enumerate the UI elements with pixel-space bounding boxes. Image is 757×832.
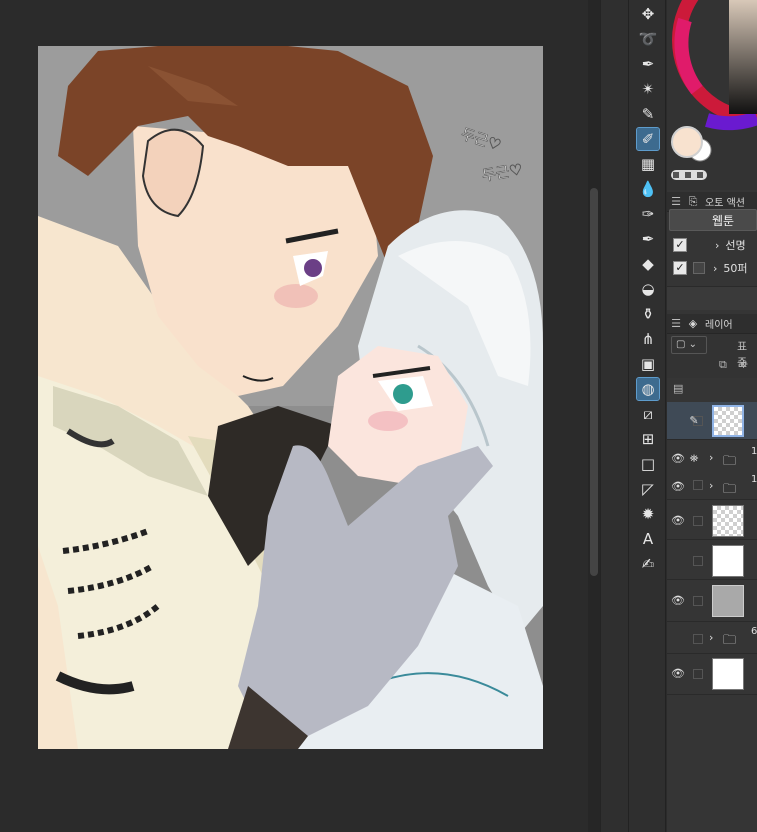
grid-icon[interactable]: ▦	[637, 153, 659, 175]
frame-icon[interactable]: ⊞	[637, 428, 659, 450]
layer-panel-header: ☰ ◈ 레이어	[667, 314, 757, 334]
lock-toggle[interactable]	[693, 556, 703, 566]
layer-row[interactable]: ✎	[667, 402, 757, 440]
layer-row[interactable]: 👁	[667, 502, 757, 540]
tool-bar: ✥ ➰ ✒ ✴ ✎ ✐ ▦ 💧 ✑ ✒ ◆ ◒ ⚱ ⋔ ▣ ◍ ⧄ ⊞ □ ◸ …	[628, 0, 666, 832]
eyedropper-icon[interactable]: ✒	[637, 53, 659, 75]
magic-wand-icon[interactable]: ✴	[637, 78, 659, 100]
pen-icon[interactable]: ✎	[637, 103, 659, 125]
folder-icon: 🗀	[723, 633, 737, 648]
chevron-right-icon[interactable]: ›	[715, 239, 719, 252]
layer-thumbnail[interactable]	[712, 405, 744, 437]
chevron-right-icon[interactable]: ›	[709, 479, 713, 492]
illustration: 두근♡ 두근♡	[38, 46, 543, 749]
record-indicator	[693, 262, 705, 274]
text-icon[interactable]: A	[637, 528, 659, 550]
layer-panel-title: 레이어	[705, 320, 733, 331]
folder-icon: 🗀	[723, 482, 737, 497]
layer-row[interactable]	[667, 542, 757, 580]
layer-toolbar: ▤	[667, 378, 757, 402]
lock-toggle[interactable]	[693, 669, 703, 679]
move-icon[interactable]: ✥	[637, 3, 659, 25]
eye-icon[interactable]: 👁	[671, 480, 685, 493]
layer-thumbnail[interactable]	[712, 505, 744, 537]
blend-icon[interactable]: 💧	[637, 178, 659, 200]
color-wheel[interactable]	[667, 0, 757, 190]
eye-icon[interactable]: 👁	[671, 594, 685, 607]
auto-action-label: 선명	[725, 239, 746, 252]
ruler-icon[interactable]: ⧄	[637, 403, 659, 425]
canvas-area[interactable]: 두근♡ 두근♡	[0, 0, 588, 832]
main-color-swatch[interactable]	[671, 126, 703, 158]
gradient-icon[interactable]: ▣	[637, 353, 659, 375]
stamp-icon[interactable]: ⚱	[637, 303, 659, 325]
chevron-right-icon[interactable]: ›	[709, 451, 713, 464]
layer-thumbnail[interactable]	[712, 585, 744, 617]
blend-mode-dropdown[interactable]: ▢ ⌄	[671, 336, 707, 354]
layer-label: 1	[751, 446, 757, 457]
layer-label: 1	[751, 474, 757, 485]
eye-icon[interactable]: 👁	[671, 452, 685, 465]
canvas-scrollbar-thumb[interactable]	[590, 188, 598, 576]
reference-layer-icon[interactable]: ⛯	[739, 358, 748, 372]
auto-action-item[interactable]: ✓ › 50퍼	[667, 257, 757, 279]
layers-icon: ◈	[688, 316, 698, 330]
layer-label: 6	[751, 626, 757, 637]
eye-icon[interactable]: 👁	[671, 667, 685, 680]
layer-list-empty-area	[667, 696, 757, 832]
panel-separator	[600, 0, 628, 832]
auto-action-title: 오토 액션	[705, 198, 745, 209]
layer-row[interactable]: › 🗀 6	[667, 624, 757, 654]
layer-row[interactable]: 👁	[667, 582, 757, 622]
right-panels: ☰ ⎘ 오토 액션 웹툰 ✓ › 선명 ✓ › 50퍼 ☰ ◈ 레이어 ▢ ⌄ …	[667, 0, 757, 832]
lock-toggle[interactable]	[693, 634, 703, 644]
auto-action-set-select[interactable]: 웹툰	[669, 209, 757, 231]
color-wheel-panel[interactable]	[667, 0, 757, 190]
shape-icon[interactable]: ◍	[636, 377, 660, 401]
rectangle-icon[interactable]: □	[637, 453, 659, 475]
lock-toggle[interactable]	[693, 516, 703, 526]
panel-menu-icon[interactable]: ☰	[667, 195, 685, 208]
chevron-right-icon[interactable]: ›	[713, 262, 717, 275]
auto-action-item[interactable]: ✓ › 선명	[667, 234, 757, 256]
chevron-right-icon[interactable]: ›	[709, 631, 713, 644]
balloon-icon[interactable]: ◸	[637, 478, 659, 500]
checkbox[interactable]: ✓	[673, 261, 687, 275]
layer-row[interactable]: 👁	[667, 655, 757, 695]
lasso-icon[interactable]: ➰	[637, 28, 659, 50]
brush-icon[interactable]: ✑	[637, 203, 659, 225]
auto-action-label: 50퍼	[723, 262, 748, 275]
correction-icon[interactable]: ✍	[637, 553, 659, 575]
layer-properties-bar: ▢ ⌄ 표준 ⧉ ⛯	[667, 334, 757, 378]
auto-action-icon: ⎘	[688, 194, 698, 208]
panel-menu-icon[interactable]: ☰	[667, 317, 685, 330]
clip-studio-window: 두근♡ 두근♡ ✥ ➰ ✒ ✴ ✎ ✐ ▦ 💧 ✑ ✒ ◆ ◒ ⚱ ⋔ ▣ ◍ …	[0, 0, 757, 832]
artwork-canvas[interactable]: 두근♡ 두근♡	[38, 46, 543, 749]
auto-action-empty-area	[667, 286, 757, 310]
eye-icon[interactable]: 👁	[671, 514, 685, 527]
lock-toggle[interactable]	[693, 480, 703, 490]
burst-icon[interactable]: ✹	[637, 503, 659, 525]
fill-icon[interactable]: ◒	[637, 278, 659, 300]
layer-thumbnail[interactable]	[712, 545, 744, 577]
layer-clip-icon[interactable]: ⧉	[719, 358, 727, 372]
lock-toggle[interactable]	[693, 596, 703, 606]
eraser-icon[interactable]: ◆	[637, 253, 659, 275]
paper-layer-thumbnail[interactable]	[712, 658, 744, 690]
layer-list-icon[interactable]: ▤	[673, 382, 683, 395]
pen-edit-icon: ✎	[689, 414, 699, 427]
layer-row[interactable]: 👁 › 🗀 1	[667, 468, 757, 500]
checkbox[interactable]: ✓	[673, 238, 687, 252]
airbrush-icon[interactable]: ✒	[637, 228, 659, 250]
reference-icon: ⛯	[689, 452, 699, 465]
g-pen-icon[interactable]: ✐	[636, 127, 660, 151]
grass-icon[interactable]: ⋔	[637, 328, 659, 350]
